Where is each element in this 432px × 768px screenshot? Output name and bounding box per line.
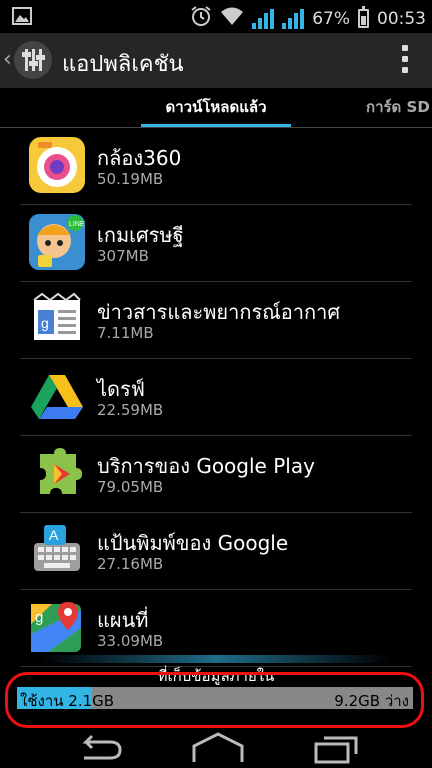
signal-icon — [252, 8, 275, 29]
app-size: 27.16MB — [97, 555, 164, 573]
google-keyboard-icon: A — [28, 521, 86, 579]
wifi-icon — [220, 6, 244, 31]
app-size: 7.11MB — [97, 324, 154, 342]
status-bar: 67% 00:53 — [0, 0, 432, 33]
home-icon[interactable] — [188, 732, 248, 764]
app-size: 33.09MB — [97, 632, 164, 650]
battery-icon — [358, 6, 369, 28]
app-size: 79.05MB — [97, 478, 164, 496]
app-size: 22.59MB — [97, 401, 164, 419]
google-drive-icon — [28, 367, 86, 425]
app-size: 307MB — [97, 247, 149, 265]
camera360-icon — [28, 136, 86, 194]
google-maps-icon: g — [28, 598, 86, 656]
svg-text:g: g — [35, 609, 43, 626]
news-weather-icon: g — [28, 290, 86, 348]
tab-bar: ดาวน์โหลดแล้ว การ์ด SD — [0, 88, 432, 128]
tab-downloaded[interactable]: ดาวน์โหลดแล้ว — [141, 88, 291, 128]
alarm-icon — [190, 5, 212, 32]
list-item[interactable]: ไดรฟ์ 22.59MB — [20, 359, 412, 436]
scroll-edge-glow — [40, 655, 392, 663]
list-item[interactable]: A แป้นพิมพ์ของ Google 27.16MB — [20, 513, 412, 590]
list-item[interactable]: กล้อง360 50.19MB — [20, 128, 412, 205]
app-list: กล้อง360 50.19MB LINE เกมเศรษฐี 307MB g … — [0, 128, 432, 678]
battery-percent: 67% — [312, 8, 350, 29]
up-chevron-icon[interactable]: ‹ — [3, 47, 12, 72]
back-icon[interactable] — [70, 732, 130, 764]
google-play-services-icon — [28, 444, 86, 502]
svg-text:g: g — [41, 315, 49, 331]
annotation-highlight — [5, 672, 424, 728]
line-game-icon: LINE — [28, 213, 86, 271]
clock: 00:53 — [377, 8, 426, 29]
overflow-menu-icon[interactable] — [402, 45, 408, 73]
list-item[interactable]: บริการของ Google Play 79.05MB — [20, 436, 412, 513]
svg-text:A: A — [49, 527, 59, 543]
settings-app-icon[interactable] — [14, 41, 52, 79]
navigation-bar — [0, 728, 432, 768]
recent-apps-icon[interactable] — [306, 732, 366, 764]
tab-sd-card[interactable]: การ์ด SD — [366, 88, 430, 126]
action-bar: ‹ แอปพลิเคชัน — [0, 33, 432, 88]
list-item[interactable]: g ข่าวสารและพยากรณ์อากาศ 7.11MB — [20, 282, 412, 359]
svg-text:LINE: LINE — [69, 221, 85, 228]
list-item[interactable]: LINE เกมเศรษฐี 307MB — [20, 205, 412, 282]
app-size: 50.19MB — [97, 170, 164, 188]
gallery-notification-icon — [12, 7, 32, 30]
signal-2-icon — [282, 8, 305, 29]
page-title: แอปพลิเคชัน — [62, 52, 184, 77]
